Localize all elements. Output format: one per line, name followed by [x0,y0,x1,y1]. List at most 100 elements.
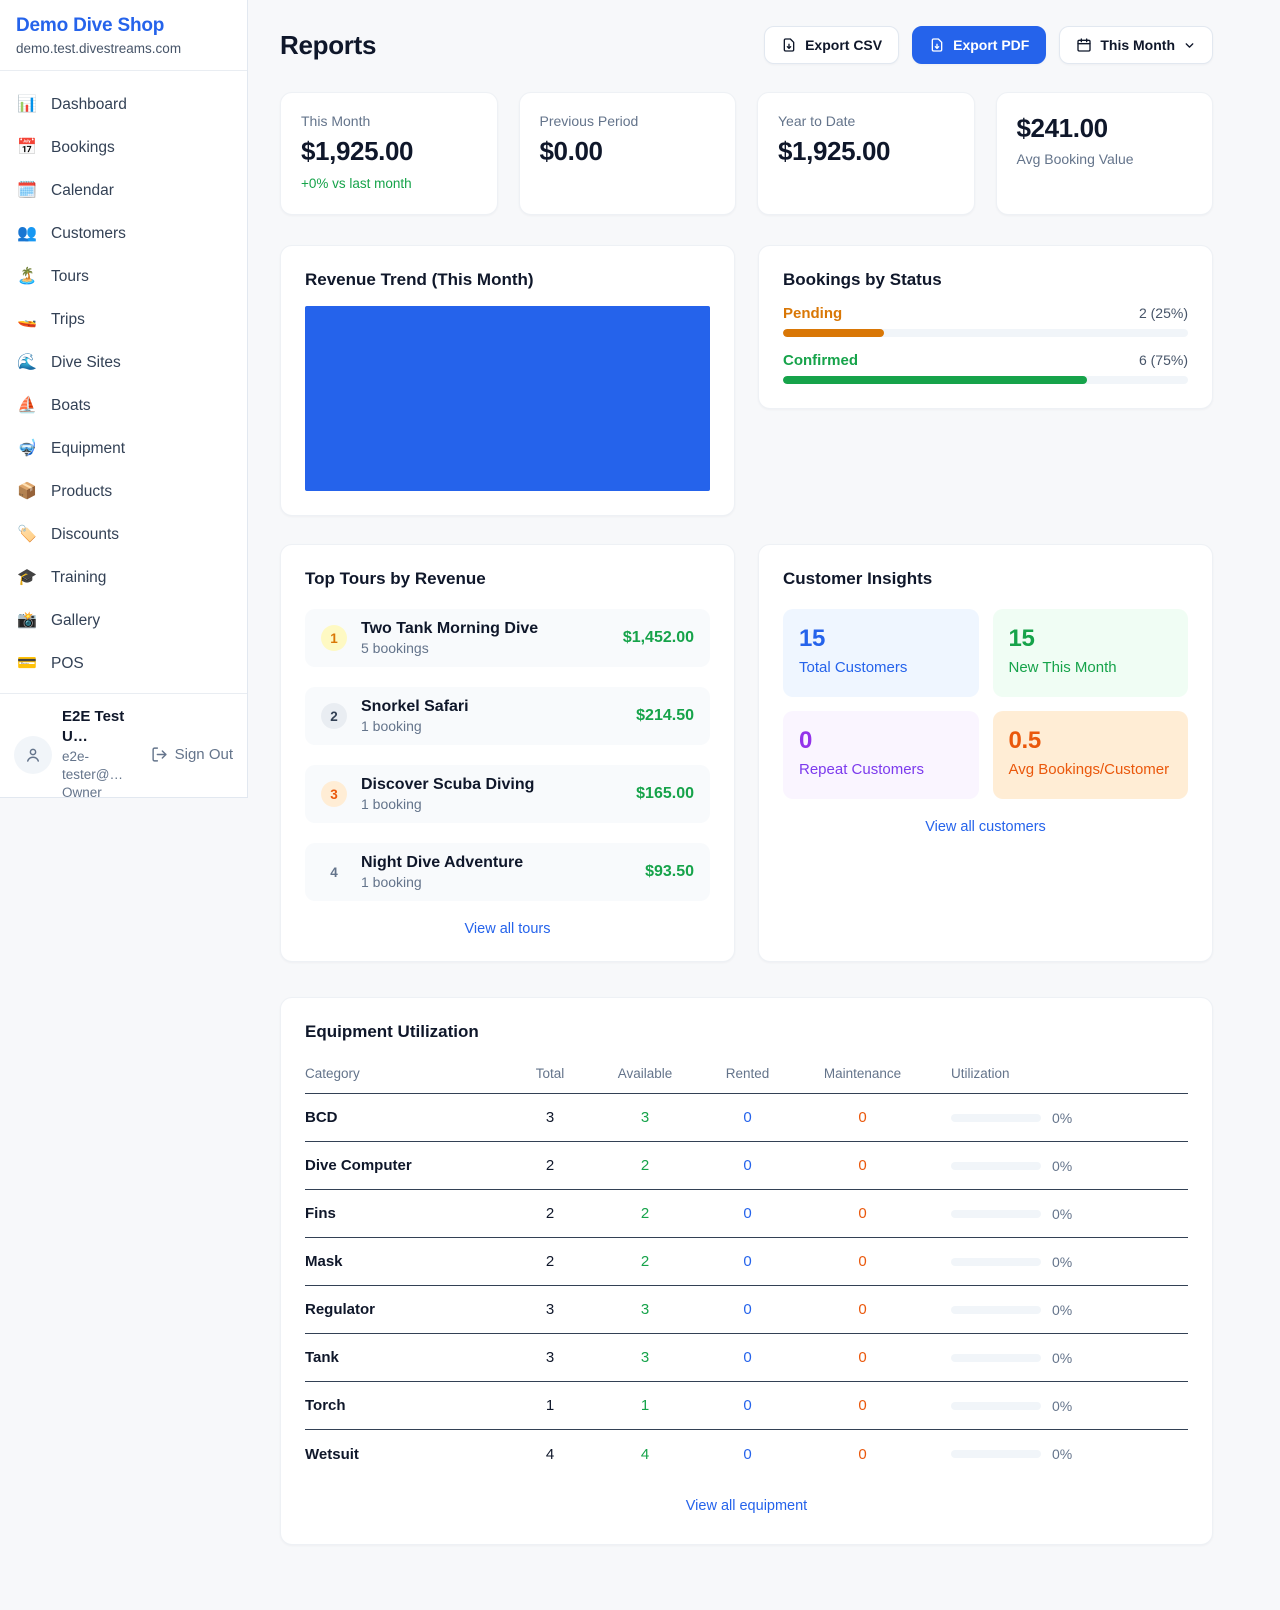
tour-item[interactable]: 1Two Tank Morning Dive5 bookings$1,452.0… [305,609,710,667]
sidebar-item-pos[interactable]: 💳POS [0,642,247,685]
shop-name: Demo Dive Shop [16,15,231,37]
equipment-row-torch: Torch11000% [305,1382,1188,1430]
equipment-utilization-card: Equipment Utilization CategoryTotalAvail… [280,997,1213,1545]
file-download-icon [781,37,797,53]
utilization-bar-track [951,1354,1041,1362]
status-row-confirmed: Confirmed6 (75%) [783,352,1188,384]
file-download-icon [929,37,945,53]
export-csv-button[interactable]: Export CSV [764,26,899,64]
cell-maintenance: 0 [800,1397,925,1414]
sidebar-item-products[interactable]: 📦Products [0,470,247,513]
top-tours-card: Top Tours by Revenue 1Two Tank Morning D… [280,544,735,962]
utilization-percent: 0% [1052,1398,1072,1414]
sidebar-item-label: Equipment [51,440,125,458]
equipment-table-body: BCD33000%Dive Computer22000%Fins22000%Ma… [305,1094,1188,1478]
tours-icon: 🏝️ [16,269,38,285]
sidebar-item-trips[interactable]: 🚤Trips [0,298,247,341]
insight-tiles: 15Total Customers15New This Month0Repeat… [783,609,1188,799]
cell-category: Dive Computer [305,1157,505,1174]
utilization-percent: 0% [1052,1302,1072,1318]
sidebar-item-equipment[interactable]: 🤿 Equipment [0,427,247,470]
sidebar-item-label: Products [51,483,112,501]
sidebar-item-label: Dive Sites [51,354,121,372]
tour-rank-badge: 1 [321,625,347,651]
tour-name: Two Tank Morning Dive [361,620,538,638]
stat-label: Previous Period [540,113,716,129]
utilization-bar-track [951,1162,1041,1170]
cell-maintenance: 0 [800,1157,925,1174]
cell-rented: 0 [695,1446,800,1463]
sidebar-item-dive-sites[interactable]: 🌊 Dive Sites [0,341,247,384]
equipment-icon: 🤿 [16,441,38,457]
sidebar: Demo Dive Shop demo.test.divestreams.com… [0,0,248,798]
utilization-bar-track [951,1402,1041,1410]
cell-category: Wetsuit [305,1446,505,1463]
stat-cards: This Month $1,925.00 +0% vs last month P… [280,92,1213,215]
view-all-customers-link[interactable]: View all customers [783,819,1188,835]
sidebar-item-customers[interactable]: 👥Customers [0,212,247,255]
discounts-icon: 🏷️ [16,527,38,543]
person-icon [24,746,42,764]
page-header: Reports Export CSV Export PDF This Month [280,26,1213,64]
dashboard-icon: 📊 [16,97,38,113]
status-count: 6 (75%) [1139,352,1188,368]
view-all-equipment-link[interactable]: View all equipment [305,1498,1188,1514]
utilization-percent: 0% [1052,1206,1072,1222]
insight-tile-label: Total Customers [799,659,963,676]
tour-item[interactable]: 3Discover Scuba Diving1 booking$165.00 [305,765,710,823]
sidebar-item-bookings[interactable]: 📅Bookings [0,126,247,169]
dive-sites-icon: 🌊 [16,355,38,371]
view-all-tours-link[interactable]: View all tours [305,921,710,937]
sidebar-item-training[interactable]: 🎓Training [0,556,247,599]
cell-total: 2 [505,1253,595,1270]
cell-category: BCD [305,1109,505,1126]
shop-domain: demo.test.divestreams.com [16,41,231,56]
stat-value: $1,925.00 [301,136,477,167]
customer-insights-title: Customer Insights [783,569,1188,589]
customers-icon: 👥 [16,226,38,242]
tour-item[interactable]: 4Night Dive Adventure1 booking$93.50 [305,843,710,901]
sidebar-item-dashboard[interactable]: 📊 Dashboard [0,83,247,126]
status-progress-fill [783,329,884,337]
cell-rented: 0 [695,1253,800,1270]
cell-available: 3 [595,1109,695,1126]
utilization-percent: 0% [1052,1158,1072,1174]
utilization-percent: 0% [1052,1446,1072,1462]
utilization-bar-track [951,1210,1041,1218]
cell-utilization: 0% [925,1398,1188,1414]
column-header-category: Category [305,1066,505,1081]
cell-rented: 0 [695,1349,800,1366]
tour-revenue: $214.50 [636,707,694,725]
sidebar-item-boats[interactable]: ⛵Boats [0,384,247,427]
sidebar-item-calendar[interactable]: 🗓️Calendar [0,169,247,212]
boats-icon: ⛵ [16,398,38,414]
export-pdf-label: Export PDF [953,37,1029,53]
cell-maintenance: 0 [800,1205,925,1222]
sidebar-item-label: Gallery [51,612,100,630]
equipment-row-regulator: Regulator33000% [305,1286,1188,1334]
trips-icon: 🚤 [16,312,38,328]
sidebar-item-discounts[interactable]: 🏷️Discounts [0,513,247,556]
sidebar-item-tours[interactable]: 🏝️Tours [0,255,247,298]
cell-total: 2 [505,1157,595,1174]
sidebar-item-label: Dashboard [51,96,127,114]
stat-card-previous-period: Previous Period $0.00 [519,92,737,215]
sign-out-button[interactable]: Sign Out [151,746,233,763]
customer-insights-card: Customer Insights 15Total Customers15New… [758,544,1213,962]
stat-label: This Month [301,113,477,129]
tour-item[interactable]: 2Snorkel Safari1 booking$214.50 [305,687,710,745]
cell-rented: 0 [695,1205,800,1222]
cell-total: 2 [505,1205,595,1222]
utilization-bar-track [951,1450,1041,1458]
sidebar-item-gallery[interactable]: 📸Gallery [0,599,247,642]
export-pdf-button[interactable]: Export PDF [912,26,1046,64]
period-label: This Month [1100,37,1175,53]
period-dropdown[interactable]: This Month [1059,26,1213,64]
column-header-rented: Rented [695,1066,800,1081]
cell-utilization: 0% [925,1158,1188,1174]
tour-bookings: 1 booking [361,874,523,890]
stat-card-year-to-date: Year to Date $1,925.00 [757,92,975,215]
bookings-by-status-card: Bookings by Status Pending2 (25%)Confirm… [758,245,1213,409]
header-actions: Export CSV Export PDF This Month [764,26,1213,64]
insight-tile-label: Repeat Customers [799,761,963,778]
